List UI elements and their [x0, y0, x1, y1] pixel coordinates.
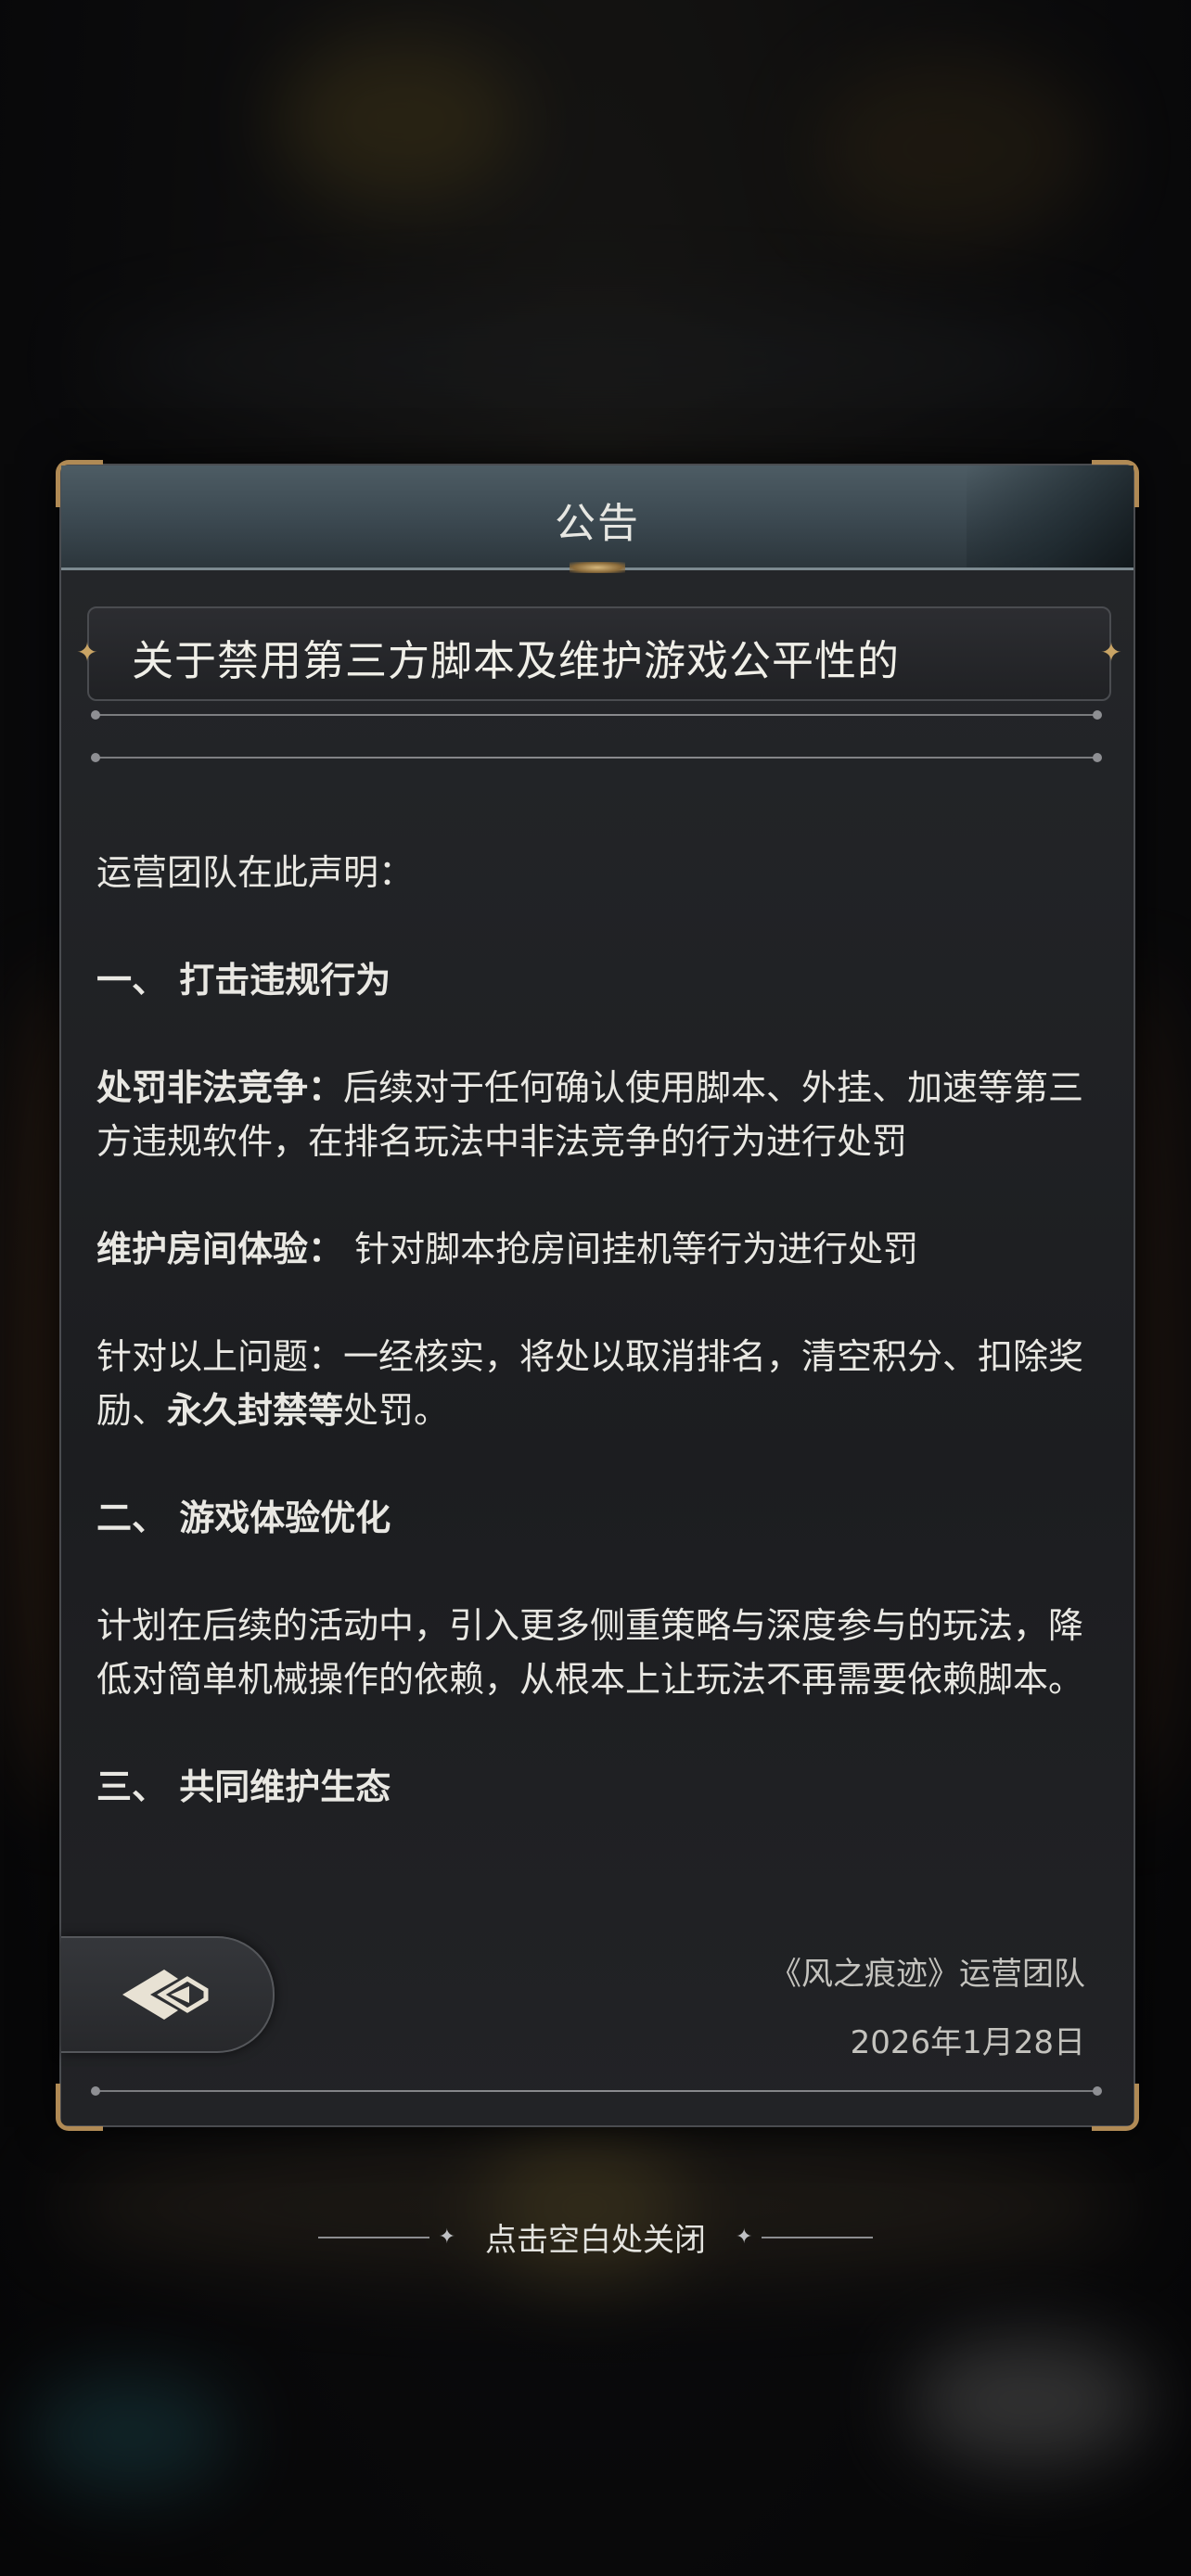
- divider: [91, 2086, 1102, 2096]
- header-gem-ornament: [570, 562, 625, 573]
- announcement-subject: 关于禁用第三方脚本及维护游戏公平性的: [132, 636, 901, 685]
- panel-title: 公告: [555, 500, 640, 547]
- intro-text: 运营团队在此声明：: [96, 852, 415, 893]
- signature: 《风之痕迹》运营团队 2026年1月28日: [770, 1940, 1085, 2077]
- sparkle-icon: ✦: [736, 2225, 753, 2249]
- room-paragraph: 维护房间体验： 针对脚本抢房间挂机等行为进行处罚: [96, 1222, 1098, 1276]
- ornament-icon: ✦: [1100, 637, 1122, 668]
- section-heading: 二、 游戏体验优化: [96, 1498, 391, 1538]
- back-arrow-icon: [122, 1970, 209, 2020]
- screen[interactable]: 公告 ✦ 关于禁用第三方脚本及维护游戏公平性的 ✦ 运营团队在此声明： 一、 打…: [0, 0, 1191, 2576]
- section-heading: 三、 共同维护生态: [96, 1766, 391, 1807]
- room-text: 针对脚本抢房间挂机等行为进行处罚: [343, 1229, 919, 1269]
- announcement-subject-tab[interactable]: ✦ 关于禁用第三方脚本及维护游戏公平性的 ✦: [76, 606, 1122, 701]
- signature-date: 2026年1月28日: [850, 2024, 1085, 2061]
- penalty-paragraph: 处罚非法竞争：后续对于任何确认使用脚本、外挂、加速等第三方违规软件，在排名玩法中…: [96, 1061, 1098, 1168]
- hint-line: [762, 2236, 874, 2238]
- announcement-panel: 公告 ✦ 关于禁用第三方脚本及维护游戏公平性的 ✦ 运营团队在此声明： 一、 打…: [56, 460, 1139, 2131]
- close-hint-text: 点击空白处关闭: [485, 2222, 706, 2259]
- panel-header: 公告: [61, 465, 1133, 570]
- back-button[interactable]: [61, 1936, 275, 2053]
- measures-bold: 永久封禁等: [167, 1390, 344, 1431]
- signature-team: 《风之痕迹》运营团队: [770, 1956, 1085, 1993]
- divider: [91, 753, 1102, 762]
- close-hint[interactable]: ✦ 点击空白处关闭 ✦: [0, 2214, 1191, 2259]
- section-heading: 一、 打击违规行为: [96, 960, 391, 1001]
- sparkle-icon: ✦: [438, 2225, 455, 2249]
- announcement-body[interactable]: 运营团队在此声明： 一、 打击违规行为 处罚非法竞争：后续对于任何确认使用脚本、…: [96, 846, 1098, 1868]
- measures-paragraph: 针对以上问题：一经核实，将处以取消排名，清空积分、扣除奖励、永久封禁等处罚。: [96, 1330, 1098, 1437]
- ornament-icon: ✦: [76, 637, 98, 668]
- measures-suffix: 处罚。: [343, 1390, 450, 1431]
- divider: [91, 710, 1102, 720]
- section2-paragraph: 计划在后续的活动中，引入更多侧重策略与深度参与的玩法，降低对简单机械操作的依赖，…: [96, 1605, 1084, 1700]
- hint-line: [317, 2236, 429, 2238]
- room-label: 维护房间体验：: [96, 1229, 344, 1269]
- penalty-label: 处罚非法竞争：: [96, 1067, 344, 1108]
